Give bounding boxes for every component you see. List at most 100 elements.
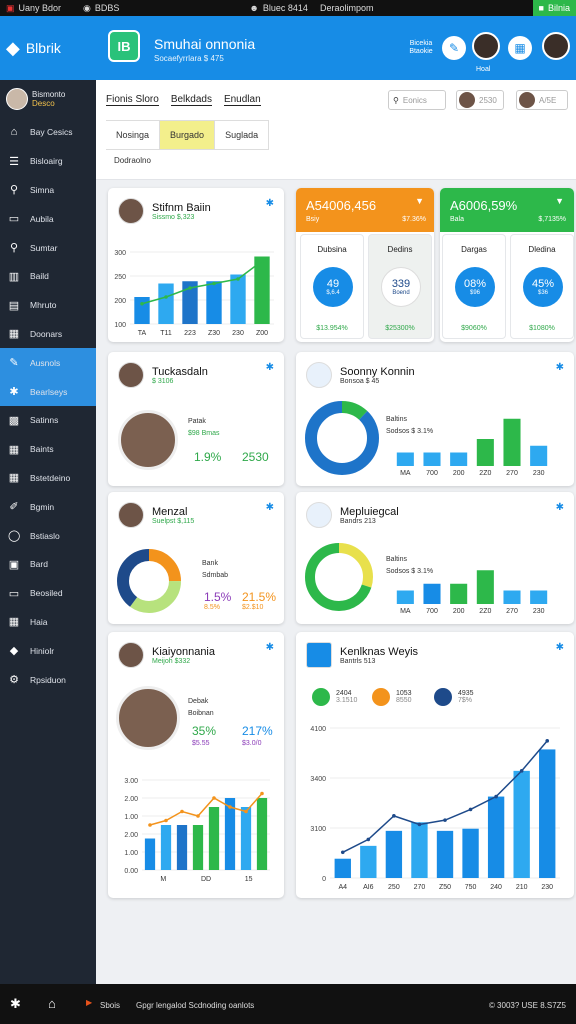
header-avatar[interactable] [472, 32, 500, 60]
sidebar-item-5[interactable]: ▥ Baild [0, 262, 96, 291]
avatar [118, 198, 144, 224]
pin-icon[interactable]: ✱ [266, 362, 274, 373]
mini-value: 339 [391, 278, 411, 290]
mini-bottom: $9060% [461, 325, 487, 332]
legend-item: 1053 8550 [372, 688, 412, 706]
bar [396, 452, 414, 466]
pin-icon[interactable]: ✱ [556, 502, 564, 513]
card-menzal: Menzal Suelpst $,115 ✱ Bank Sdmbab 1.5% … [108, 492, 284, 624]
search-input[interactable]: ⚲ Eonics [388, 90, 446, 110]
trend-point [244, 809, 248, 814]
sidebar-item-19[interactable]: ⚙ Rpsiduon [0, 665, 96, 694]
kpi-value: A54006,456 [306, 198, 377, 213]
sidebar-item-16[interactable]: ▭ Beosiled [0, 579, 96, 608]
x-tick-label: Z30 [208, 330, 220, 337]
mini-circle: 339 Boend [381, 267, 421, 307]
filter-chip-2[interactable]: A/5E [516, 90, 568, 110]
trend-point [228, 805, 232, 809]
tab-2[interactable]: Belkdads [170, 94, 212, 106]
x-tick-label: 240 [490, 884, 502, 891]
sidebar-item-11[interactable]: ▦ Baints [0, 435, 96, 464]
card-title: Kenlknas Weyis [340, 645, 419, 658]
sidebar-item-15[interactable]: ▣ Bard [0, 550, 96, 579]
stat-value: 21.5% [242, 590, 277, 604]
y-tick-label: 3400 [310, 776, 326, 783]
sidebar-item-label: Bay Cesics [30, 127, 73, 138]
settings-icon[interactable]: ✱ [10, 996, 21, 1012]
pin-icon: ✎ [9, 357, 19, 370]
subtab-3[interactable]: Suglada [215, 121, 270, 149]
stat-percent: 1.5% [204, 590, 232, 604]
mini-card[interactable]: Dledina 45% $36 $1080% [510, 234, 574, 339]
sidebar-item-8[interactable]: ✎ Ausnols [0, 348, 96, 378]
x-tick-label: A4 [338, 884, 347, 891]
grid-icon[interactable]: ▦ [508, 36, 532, 60]
footer-left[interactable]: Sbois [100, 1001, 120, 1010]
home-icon: ⌂ [10, 126, 18, 139]
sidebar-item-7[interactable]: ▦ Doonars [0, 320, 96, 349]
sidebar-item-12[interactable]: ▦ Bstetdeino [0, 464, 96, 493]
card-stifnm: Stifnm Baiin Sissmo $,323 ✱ 100 200 250 300… [108, 188, 284, 342]
y-tick-label: 300 [114, 250, 126, 257]
mini-card[interactable]: Dubsina 49 $,6.4 $13.954% [300, 234, 364, 339]
bar [462, 828, 479, 878]
pin-icon[interactable]: ✱ [556, 642, 564, 653]
profile-avatar[interactable] [542, 32, 570, 60]
sidebar-item-14[interactable]: ◯ Bstiaslo [0, 521, 96, 550]
x-tick-label: 230 [533, 608, 545, 615]
sidebar-item-13[interactable]: ✐ Bgmin [0, 492, 96, 521]
filter-chip-1[interactable]: 2530 [456, 90, 504, 110]
kpi-header: A54006,456 Bsiy $7.36% ▼ [296, 188, 434, 232]
edit-icon[interactable]: ✎ [442, 36, 466, 60]
pin-icon[interactable]: ✱ [266, 502, 274, 513]
sub-tabs: Nosinga Burgado Suglada [106, 120, 270, 150]
status-right[interactable]: ■ Bilnia [532, 0, 576, 16]
sidebar-logo[interactable]: ◆ Blbrik [0, 16, 96, 80]
sidebar-user[interactable]: Bismonto Desco [0, 80, 96, 118]
mini-card[interactable]: Dargas 08% $96 $9060% [442, 234, 506, 339]
card-title: Tuckasdaln [152, 365, 208, 378]
chevron-down-icon[interactable]: ▼ [415, 196, 424, 206]
sidebar-item-9[interactable]: ✱ Bearlseys [0, 377, 96, 406]
header-logo[interactable]: IB [108, 30, 140, 62]
bar-line-chart: 0.00 1.00 2.00 1.00 2.00 3.00 M DD 15 [124, 778, 270, 883]
sidebar-item-1[interactable]: ☰ Bisloairg [0, 147, 96, 176]
globe-icon: ◯ [8, 530, 21, 543]
sidebar-item-4[interactable]: ⚲ Sumtar [0, 233, 96, 262]
card-title: Menzal [152, 505, 188, 518]
sidebar-item-label: Ausnols [30, 357, 61, 368]
chevron-down-icon[interactable]: ▼ [555, 196, 564, 206]
sidebar-item-label: Bard [30, 559, 48, 570]
stat-value: 217% [242, 724, 273, 738]
mini-circle: 45% $36 [523, 267, 563, 307]
subtab-1[interactable]: Nosinga [106, 121, 161, 149]
pin-icon[interactable]: ✱ [266, 198, 274, 209]
mini-card[interactable]: Dedins 339 Boend $25300% [368, 234, 432, 339]
sidebar-item-17[interactable]: ▦ Haia [0, 608, 96, 637]
sidebar-item-label: Bearlseys [30, 386, 68, 397]
sidebar-item-0[interactable]: ⌂ Bay Cesics [0, 118, 96, 147]
kpi-green-card: A6006,59% Bala $,7135% ▼ Dargas 08% $96 $… [440, 188, 574, 342]
bar [334, 858, 351, 878]
kpi-header: A6006,59% Bala $,7135% ▼ [440, 188, 574, 232]
sidebar-item-10[interactable]: ▩ Satinns [0, 406, 96, 435]
subtab-2[interactable]: Burgado [160, 121, 216, 149]
sidebar-item-6[interactable]: ▤ Mhruto [0, 291, 96, 320]
header-user-name: Hoal [476, 66, 491, 73]
y-tick-label: 250 [114, 274, 126, 281]
sidebar-item-3[interactable]: ▭ Aubila [0, 204, 96, 233]
stat-label: Debak [188, 698, 209, 705]
x-tick-label: MA [400, 470, 411, 477]
card-header: Soonny Konnin Bonsoa $ 45 [306, 362, 415, 388]
x-tick-label: 223 [184, 330, 196, 337]
card-subtitle: Meijoh $332 [152, 657, 191, 665]
home-icon[interactable]: ⌂ [48, 996, 56, 1011]
sidebar-item-2[interactable]: ⚲ Simna [0, 176, 96, 205]
sidebar-item-18[interactable]: ◆ Hiniolr [0, 636, 96, 665]
header-label: Bicekia Btaokie [409, 40, 433, 55]
pin-icon[interactable]: ✱ [556, 362, 564, 373]
tab-1[interactable]: Fionis Sloro [106, 94, 159, 106]
tab-3[interactable]: Enudlan [223, 94, 261, 106]
card-header: Kiaiyonnania Meijoh $332 [118, 642, 215, 668]
pin-icon[interactable]: ✱ [266, 642, 274, 653]
